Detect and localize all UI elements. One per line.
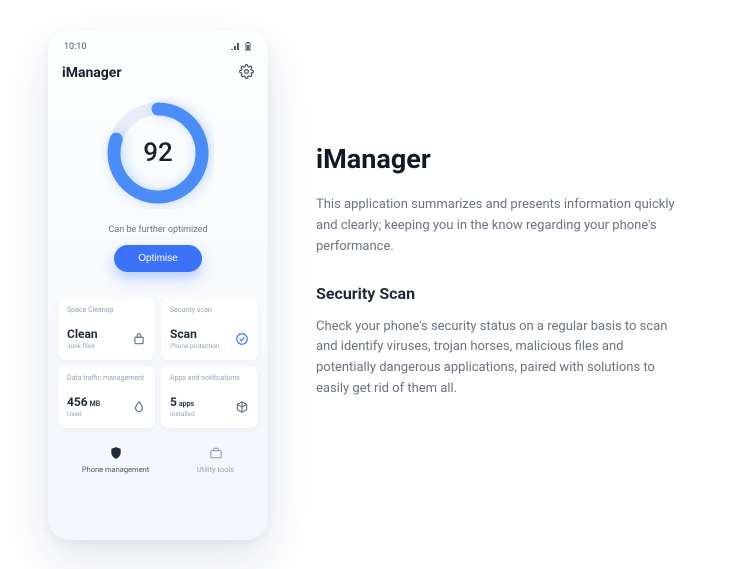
- copy-paragraph: Check your phone's security status on a …: [316, 317, 686, 400]
- score-ring: 92: [102, 97, 214, 209]
- shield-icon: [109, 446, 123, 462]
- optimise-button[interactable]: Optimise: [114, 245, 201, 272]
- phone-mockup: 10:10 iManager 92 Can be further optimiz…: [48, 30, 268, 540]
- copy-subheading: Security Scan: [316, 284, 686, 303]
- card-data-traffic[interactable]: Data traffic management 456MB Used: [58, 366, 155, 428]
- card-value: 5apps: [170, 396, 195, 408]
- broom-icon: [132, 331, 146, 350]
- cube-icon: [235, 399, 249, 418]
- copy-heading: iManager: [316, 143, 686, 175]
- card-sub: Used: [67, 410, 100, 418]
- toolbox-icon: [209, 446, 223, 462]
- card-sub: Junk files: [67, 342, 98, 350]
- nav-phone-management[interactable]: Phone management: [82, 446, 149, 474]
- score-section: 92 Can be further optimized Optimise: [58, 93, 258, 284]
- bottom-nav: Phone management Utility tools: [58, 438, 258, 484]
- app-title: iManager: [62, 65, 121, 81]
- nav-utility-tools[interactable]: Utility tools: [197, 446, 234, 474]
- feature-cards: Space Cleanup Clean Junk files Security …: [58, 298, 258, 428]
- card-label: Space Cleanup: [67, 306, 146, 314]
- app-header: iManager: [58, 60, 258, 93]
- card-apps-notifications[interactable]: Apps and notifications 5apps Installed: [161, 366, 258, 428]
- shield-check-icon: [235, 331, 249, 350]
- status-bar: 10:10: [58, 40, 258, 60]
- status-right: [231, 42, 252, 54]
- nav-label: Phone management: [82, 465, 149, 474]
- battery-icon: [244, 42, 252, 54]
- nav-label: Utility tools: [197, 465, 234, 474]
- marketing-copy: iManager This application summarizes and…: [316, 143, 686, 426]
- card-value: Scan: [170, 328, 220, 340]
- card-label: Data traffic management: [67, 374, 146, 382]
- card-space-cleanup[interactable]: Space Cleanup Clean Junk files: [58, 298, 155, 360]
- score-value: 92: [102, 97, 214, 209]
- card-security-scan[interactable]: Security scan Scan Phone protection: [161, 298, 258, 360]
- status-time: 10:10: [64, 42, 86, 54]
- card-label: Apps and notifications: [170, 374, 249, 382]
- copy-paragraph: This application summarizes and presents…: [316, 195, 686, 257]
- droplet-icon: [132, 399, 146, 418]
- settings-icon[interactable]: [239, 64, 254, 83]
- card-value: Clean: [67, 328, 98, 340]
- optimise-hint: Can be further optimized: [109, 225, 208, 235]
- card-value: 456MB: [67, 396, 100, 408]
- card-label: Security scan: [170, 306, 249, 314]
- card-sub: Installed: [170, 410, 195, 418]
- card-sub: Phone protection: [170, 342, 220, 350]
- signal-icon: [231, 42, 240, 53]
